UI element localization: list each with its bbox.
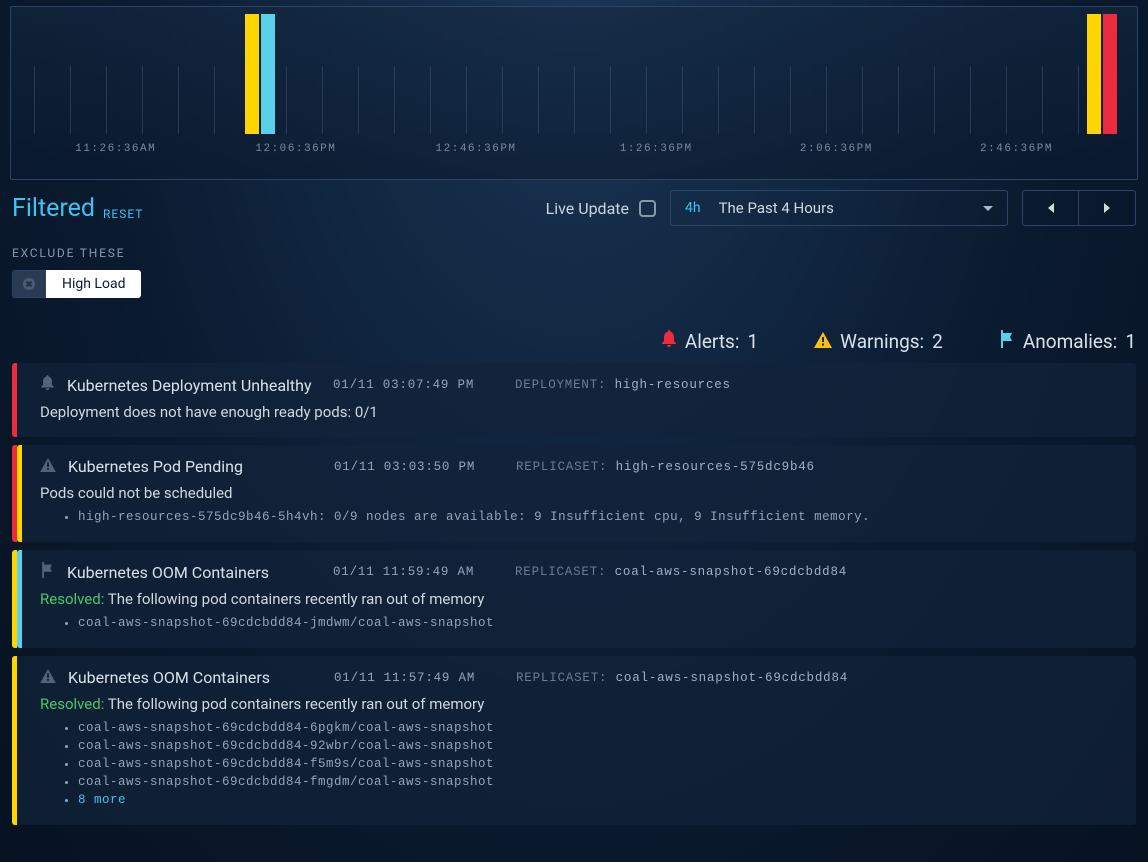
event-card[interactable]: Kubernetes Deployment Unhealthy 01/11 03:… (12, 363, 1136, 437)
time-range-select[interactable]: 4h The Past 4 Hours (670, 190, 1008, 226)
event-bullet: coal-aws-snapshot-69cdcbdd84-f5m9s/coal-… (78, 757, 1118, 771)
event-bullet: coal-aws-snapshot-69cdcbdd84-92wbr/coal-… (78, 739, 1118, 753)
timeline-tick-label: 12:46:36PM (436, 143, 517, 155)
more-link[interactable]: 8 more (78, 793, 1118, 807)
event-bullets: high-resources-575dc9b46-5h4vh: 0/9 node… (56, 510, 1118, 524)
event-title: Kubernetes Pod Pending (68, 457, 322, 476)
filter-title: Filtered (12, 194, 95, 223)
event-desc: Resolved: The following pod containers r… (40, 590, 1118, 608)
checkbox-icon[interactable] (639, 200, 656, 217)
event-time: 01/11 11:57:49 AM (334, 671, 504, 685)
event-meta: REPLICASET: high-resources-575dc9b46 (516, 460, 815, 474)
timeline[interactable]: 11:26:36AM 12:06:36PM 12:46:36PM 1:26:36PM 2… (10, 6, 1138, 180)
arrow-right-icon (1104, 203, 1110, 213)
event-bullet: coal-aws-snapshot-69cdcbdd84-fmgdm/coal-… (78, 775, 1118, 789)
range-short: 4h (685, 200, 701, 216)
warn-icon (40, 668, 56, 687)
exclude-heading: EXCLUDE THESE (12, 246, 1136, 260)
event-title: Kubernetes OOM Containers (68, 668, 322, 687)
event-meta: REPLICASET: coal-aws-snapshot-69cdcbdd84 (515, 565, 847, 579)
timeline-bar[interactable] (1087, 14, 1101, 134)
warnings-count: Warnings: 2 (814, 330, 943, 353)
event-card[interactable]: Kubernetes Pod Pending 01/11 03:03:50 PM R… (12, 445, 1136, 542)
range-label: The Past 4 Hours (719, 199, 965, 217)
warning-icon (814, 330, 832, 353)
arrow-left-icon (1048, 203, 1054, 213)
flag-icon (40, 562, 55, 582)
chip-label[interactable]: High Load (46, 270, 141, 298)
event-title: Kubernetes Deployment Unhealthy (67, 376, 321, 395)
chevron-down-icon (983, 206, 993, 211)
timeline-tick-label: 2:46:36PM (980, 143, 1053, 155)
close-icon (22, 277, 36, 291)
event-bullet: coal-aws-snapshot-69cdcbdd84-6pgkm/coal-… (78, 721, 1118, 735)
event-desc: Deployment does not have enough ready po… (40, 403, 1118, 421)
event-time: 01/11 11:59:49 AM (333, 565, 503, 579)
time-nav (1022, 190, 1136, 226)
event-bullet: high-resources-575dc9b46-5h4vh: 0/9 node… (78, 510, 1118, 524)
event-card[interactable]: Kubernetes OOM Containers 01/11 11:59:49 … (12, 550, 1136, 648)
exclude-chip: High Load (12, 270, 141, 298)
chip-remove-button[interactable] (12, 270, 46, 298)
timeline-bar[interactable] (261, 14, 275, 134)
timeline-bar[interactable] (1103, 14, 1117, 134)
timeline-tick-label: 2:06:36PM (800, 143, 873, 155)
anomalies-count: Anomalies: 1 (999, 330, 1136, 353)
counts-row: Alerts: 1 Warnings: 2 Anomalies: 1 (0, 298, 1148, 363)
reset-link[interactable]: RESET (103, 207, 143, 221)
warn-icon (40, 457, 56, 476)
prev-button[interactable] (1023, 191, 1079, 225)
timeline-tick-label: 1:26:36PM (620, 143, 693, 155)
event-desc: Resolved: The following pod containers r… (40, 695, 1118, 713)
live-update-label: Live Update (546, 199, 629, 218)
next-button[interactable] (1079, 191, 1135, 225)
event-time: 01/11 03:03:50 PM (334, 460, 504, 474)
alerts-count: Alerts: 1 (661, 330, 758, 353)
timeline-bar[interactable] (245, 14, 259, 134)
event-bullets: coal-aws-snapshot-69cdcbdd84-6pgkm/coal-… (56, 721, 1118, 807)
event-desc: Pods could not be scheduled (40, 484, 1118, 502)
timeline-tick-label: 11:26:36AM (75, 143, 156, 155)
event-meta: REPLICASET: coal-aws-snapshot-69cdcbdd84 (516, 671, 848, 685)
bell-icon (661, 330, 677, 353)
event-time: 01/11 03:07:49 PM (333, 378, 503, 392)
flag-icon (999, 330, 1015, 353)
event-title: Kubernetes OOM Containers (67, 563, 321, 582)
event-card[interactable]: Kubernetes OOM Containers 01/11 11:57:49 … (12, 656, 1136, 825)
filter-bar: Filtered RESET Live Update 4h The Past 4… (0, 180, 1148, 230)
event-bullets: coal-aws-snapshot-69cdcbdd84-jmdwm/coal-… (56, 616, 1118, 630)
bell-icon (40, 375, 55, 395)
event-bullet: coal-aws-snapshot-69cdcbdd84-jmdwm/coal-… (78, 616, 1118, 630)
timeline-tick-label: 12:06:36PM (255, 143, 336, 155)
live-update-toggle[interactable]: Live Update (546, 199, 656, 218)
events-list: Kubernetes Deployment Unhealthy 01/11 03:… (0, 363, 1148, 825)
event-meta: DEPLOYMENT: high-resources (515, 378, 731, 392)
